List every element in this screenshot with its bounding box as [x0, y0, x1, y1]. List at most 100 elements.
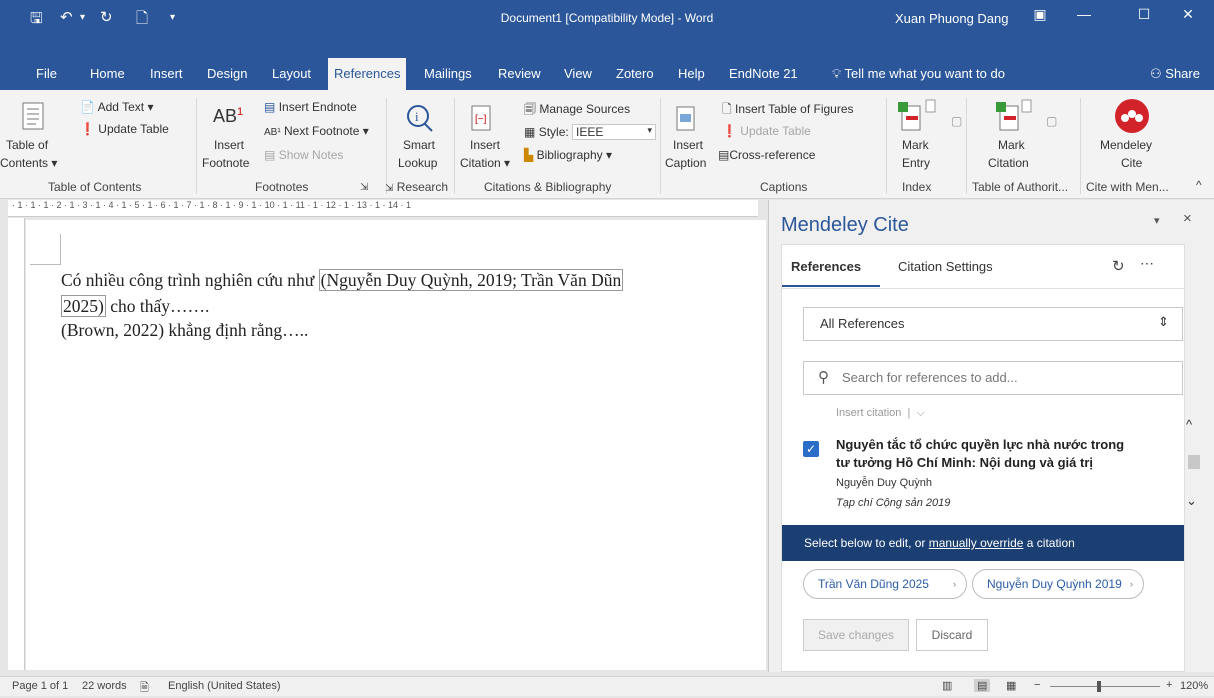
search-icon: ⚲ — [818, 369, 829, 386]
web-layout-icon[interactable]: ▦ — [1006, 679, 1016, 692]
zoom-out-icon[interactable]: − — [1034, 679, 1040, 691]
update-table-icon: ❗ — [80, 122, 95, 136]
share-button[interactable]: ⚇ Share — [1150, 66, 1200, 82]
mark-label: Mark — [902, 138, 929, 152]
scroll-up-icon[interactable]: ^ — [1186, 417, 1192, 432]
pane-close-icon[interactable]: × — [1183, 210, 1192, 227]
horizontal-ruler[interactable]: · 1 · 1 · 1 · 2 · 1 · 3 · 1 · 4 · 1 · 5 … — [8, 200, 758, 217]
tab-home[interactable]: Home — [88, 66, 127, 81]
minimize-icon[interactable]: — — [1066, 6, 1102, 22]
chip-arrow-icon: › — [1130, 579, 1133, 589]
citation-field-1[interactable]: (Nguyễn Duy Quỳnh, 2019; Trần Văn Dũn — [318, 269, 624, 291]
tell-me-box[interactable]: 💡︎ Tell me what you want to do — [832, 66, 1005, 82]
proofing-icon[interactable]: 🗎 — [140, 679, 149, 698]
smart-lookup-icon: i — [407, 105, 433, 132]
add-text-icon: 📄 — [80, 100, 95, 114]
vertical-ruler[interactable] — [8, 218, 25, 670]
save-changes-button[interactable]: Save changes — [803, 619, 909, 651]
page-count[interactable]: Page 1 of 1 — [12, 680, 68, 692]
mendeley-plugin: References Citation Settings ↻ ⋯ All Ref… — [781, 244, 1200, 672]
zoom-level[interactable]: 120% — [1180, 680, 1208, 692]
zoom-slider[interactable] — [1050, 686, 1160, 687]
tell-me-label: Tell me what you want to do — [844, 66, 1005, 81]
tab-layout[interactable]: Layout — [270, 66, 313, 81]
manual-override-link[interactable]: manually override — [929, 536, 1024, 550]
tab-file[interactable]: File — [34, 66, 59, 81]
pane-title: Mendeley Cite — [781, 214, 909, 236]
insert-index-icon[interactable]: ▢ — [951, 114, 962, 128]
group-toa-label: Table of Authorit... — [972, 180, 1069, 194]
group-research-label: ⇲ Research — [385, 180, 449, 194]
citation-label-2: Citation ▾ — [460, 156, 511, 170]
cross-reference-button[interactable]: ▤Cross-reference — [718, 148, 815, 162]
tab-endnote[interactable]: EndNote 21 — [727, 66, 800, 81]
style-icon: ▦ — [524, 125, 536, 139]
banner-text-2: a citation — [1023, 536, 1075, 550]
lightbulb-icon: 💡︎ — [832, 66, 842, 81]
close-icon[interactable]: ✕ — [1170, 6, 1206, 23]
ribbon-display-icon[interactable]: ▣ — [1022, 6, 1058, 23]
tab-help[interactable]: Help — [676, 66, 707, 81]
tab-citation-settings[interactable]: Citation Settings — [898, 259, 993, 274]
citation-chip[interactable]: Nguyễn Duy Quỳnh 2019 › — [972, 569, 1144, 599]
show-notes-button[interactable]: ▤ Show Notes — [264, 148, 343, 162]
manage-sources-button[interactable]: 🗐 Manage Sources — [524, 100, 630, 121]
insert-endnote-button[interactable]: ▤ Insert Endnote — [264, 100, 357, 114]
scroll-down-icon[interactable]: ⌄ — [1186, 493, 1197, 509]
zoom-slider-thumb[interactable] — [1097, 681, 1101, 692]
tab-view[interactable]: View — [562, 66, 594, 81]
document-page[interactable]: Có nhiều công trình nghiên cứu như (Nguy… — [26, 220, 766, 670]
tab-mailings[interactable]: Mailings — [422, 66, 474, 81]
tab-design[interactable]: Design — [205, 66, 249, 81]
insert-toa-icon[interactable]: ▢ — [1046, 114, 1057, 128]
results-scrollbar[interactable]: ^ ⌄ — [1186, 411, 1202, 523]
language[interactable]: English (United States) — [168, 680, 281, 692]
zoom-in-icon[interactable]: + — [1166, 679, 1172, 691]
add-text-button[interactable]: 📄 Add Text ▾ — [80, 100, 153, 114]
svg-text:i: i — [415, 109, 419, 124]
pane-options-icon[interactable]: ▾ — [1154, 214, 1160, 227]
update-table-captions-button[interactable]: ❗ Update Table — [722, 124, 811, 138]
paragraph-2-text: cho thấy……. — [105, 296, 210, 316]
footnotes-launcher-icon[interactable]: ⇲ — [360, 182, 368, 193]
refresh-icon[interactable]: ↻ — [1112, 257, 1125, 275]
paragraph-3[interactable]: (Brown, 2022) khẳng định rằng….. — [61, 320, 308, 341]
read-mode-icon[interactable]: ▥ — [942, 679, 952, 692]
paragraph-2[interactable]: 2025) cho thấy……. — [61, 295, 210, 317]
next-footnote-button[interactable]: AB¹ Next Footnote ▾ — [264, 124, 369, 138]
style-selector[interactable]: ▦ Style: IEEE ▾ — [524, 124, 657, 140]
reference-filter-select[interactable]: All References ⇕ — [803, 307, 1183, 341]
citation-label: Insert — [470, 138, 501, 152]
print-layout-icon[interactable]: ▤ — [974, 679, 991, 692]
reference-checkbox[interactable]: ✓ — [803, 441, 819, 457]
maximize-icon[interactable]: ☐ — [1126, 6, 1162, 23]
reference-author: Nguyễn Duy Quỳnh — [836, 477, 932, 489]
discard-button[interactable]: Discard — [916, 619, 988, 651]
insert-tof-button[interactable]: 🗋 Insert Table of Figures — [722, 100, 854, 121]
insert-citation-link[interactable]: Insert citation | ⌵ — [836, 407, 925, 420]
tab-review[interactable]: Review — [496, 66, 543, 81]
word-count[interactable]: 22 words — [82, 680, 127, 692]
banner-text: Select below to edit, or — [804, 536, 929, 550]
tab-references[interactable]: References — [328, 58, 407, 90]
tab-references-pane[interactable]: References — [791, 259, 861, 274]
search-input[interactable]: ⚲ Search for references to add... — [803, 361, 1183, 395]
chip-label: Trần Văn Dũng 2025 — [818, 577, 929, 591]
smart-label: Smart — [403, 138, 436, 152]
chip-label: Nguyễn Duy Quỳnh 2019 — [987, 577, 1122, 591]
user-name[interactable]: Xuan Phuong Dang — [895, 11, 1008, 26]
update-table-button[interactable]: ❗ Update Table — [80, 122, 169, 136]
citation-field-1-end[interactable]: 2025) — [61, 295, 106, 317]
tab-zotero[interactable]: Zotero — [614, 66, 656, 81]
ruler-ticks: · 1 · 1 · 1 · 2 · 1 · 3 · 1 · 4 · 1 · 5 … — [12, 200, 411, 210]
mark-entry-icon — [898, 99, 936, 131]
more-icon[interactable]: ⋯ — [1140, 255, 1154, 272]
title-bar: 🖫 ↶ ▾ ↻ 🗋 ▾ Document1 [Compatibility Mod… — [0, 0, 1214, 58]
scroll-thumb[interactable] — [1188, 455, 1200, 469]
tab-insert[interactable]: Insert — [148, 66, 185, 81]
paragraph-1[interactable]: Có nhiều công trình nghiên cứu như (Nguy… — [61, 269, 624, 291]
bibliography-button[interactable]: ▙ Bibliography ▾ — [524, 148, 612, 162]
citation-chip[interactable]: Trần Văn Dũng 2025 › — [803, 569, 967, 599]
collapse-ribbon-icon[interactable]: ^ — [1196, 178, 1202, 192]
mendeley-label: Mendeley — [1100, 138, 1153, 152]
